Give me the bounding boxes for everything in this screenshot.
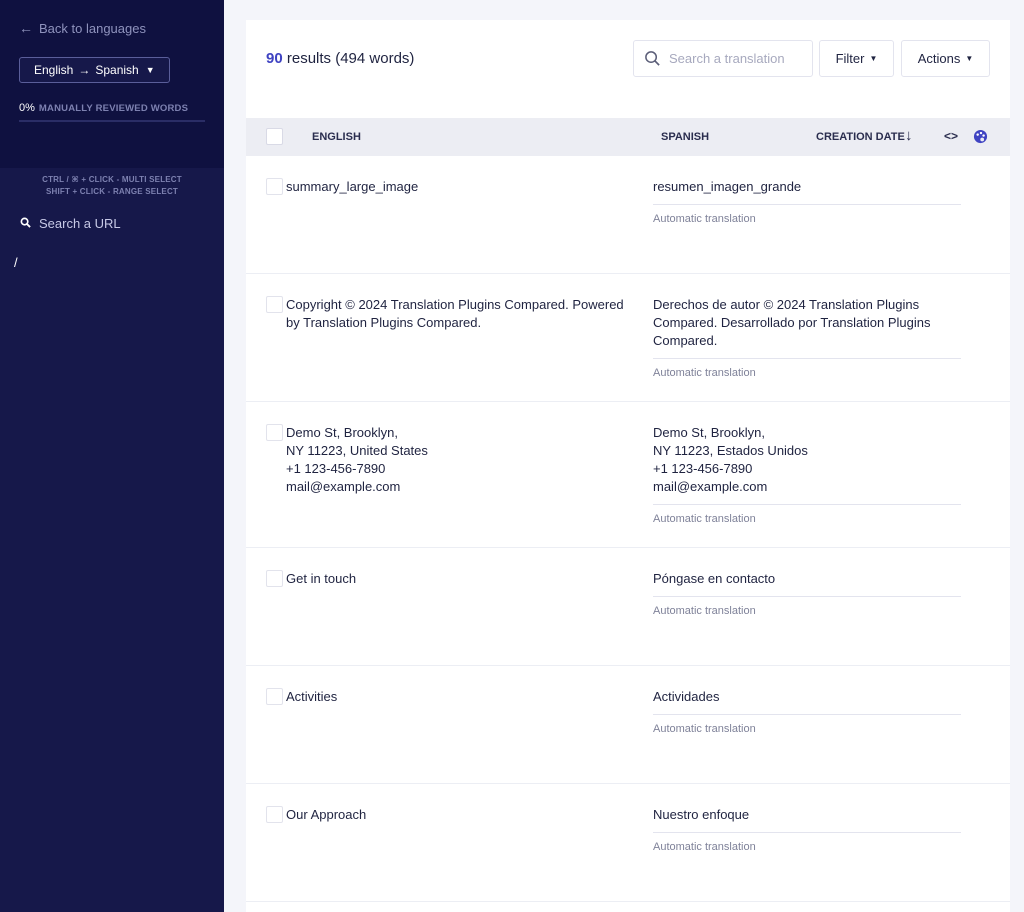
translation-text[interactable]: Nuestro enfoque xyxy=(653,806,961,833)
source-language: English xyxy=(34,63,74,77)
source-text-line: Get in touch xyxy=(286,571,357,586)
results-count: 90 xyxy=(266,50,283,67)
selection-hints: CTRL / ⌘ + CLICK - MULTI SELECT SHIFT + … xyxy=(0,174,224,198)
translation-text-line: Demo St, Brooklyn, xyxy=(653,425,765,440)
table-header: ENGLISH SPANISH CREATION DATE ↓ <> xyxy=(246,118,1010,156)
source-text: Demo St, Brooklyn, NY 11223, United State… xyxy=(286,424,631,496)
review-progress-label: 0% MANUALLY REVIEWED WORDS xyxy=(19,102,205,114)
select-all-checkbox[interactable] xyxy=(266,128,283,145)
translation-cell: resumen_imagen_grande Automatic translati… xyxy=(653,178,961,225)
chevron-down-icon: ▼ xyxy=(145,65,155,75)
arrow-right-icon: → xyxy=(78,63,91,77)
search-icon xyxy=(645,51,660,66)
table-row[interactable]: Copyright © 2024 Translation Plugins Com… xyxy=(246,274,1010,402)
translation-text[interactable]: Póngase en contacto xyxy=(653,570,961,597)
review-label: MANUALLY REVIEWED WORDS xyxy=(38,103,189,114)
translation-text-line: +1 123-456-7890 xyxy=(653,461,753,476)
row-checkbox[interactable] xyxy=(266,424,283,441)
table-row[interactable]: Demo St, Brooklyn, NY 11223, United State… xyxy=(246,402,1010,548)
hint-multi-select: CTRL / ⌘ + CLICK - MULTI SELECT xyxy=(42,175,182,184)
url-search-label: Search a URL xyxy=(39,216,121,231)
chevron-down-icon: ▼ xyxy=(965,54,974,63)
filter-button[interactable]: Filter ▼ xyxy=(819,40,894,77)
source-text-line: mail@example.com xyxy=(286,479,401,494)
translation-cell: Derechos de autor © 2024 Translation Plu… xyxy=(653,296,961,379)
hint-range-select: SHIFT + CLICK - RANGE SELECT xyxy=(45,187,179,196)
column-header-creation-date[interactable]: CREATION DATE xyxy=(816,131,905,143)
row-checkbox[interactable] xyxy=(266,570,283,587)
source-text-line: summary_large_image xyxy=(286,179,419,194)
table-row[interactable]: Our Approach Nuestro enfoque Automatic tra… xyxy=(246,784,1010,902)
source-text-line: +1 123-456-7890 xyxy=(286,461,386,476)
filter-label: Filter xyxy=(835,51,865,66)
toolbar: 90 results (494 words) Search a translat… xyxy=(246,20,1010,118)
translations-panel: 90 results (494 words) Search a translat… xyxy=(246,20,1010,912)
translation-status: Automatic translation xyxy=(653,841,756,853)
review-percent: 0% xyxy=(19,102,35,114)
translation-rows: summary_large_image resumen_imagen_grande… xyxy=(246,156,1010,902)
column-header-spanish[interactable]: SPANISH xyxy=(661,131,709,143)
translation-status: Automatic translation xyxy=(653,605,756,617)
results-text: results (494 words) xyxy=(286,50,415,67)
source-text: summary_large_image xyxy=(286,178,631,196)
translation-search-input[interactable]: Search a translation xyxy=(633,40,813,77)
arrow-left-icon: ← xyxy=(19,20,33,36)
source-text-line: Our Approach xyxy=(286,807,367,822)
table-row[interactable]: Activities Actividades Automatic translati… xyxy=(246,666,1010,784)
translation-cell: Actividades Automatic translation xyxy=(653,688,961,735)
translation-cell: Demo St, Brooklyn, NY 11223, Estados Unid… xyxy=(653,424,961,525)
source-text: Activities xyxy=(286,688,631,706)
translation-text-line: Derechos de autor © 2024 Translation Plu… xyxy=(653,297,931,348)
translation-text[interactable]: Demo St, Brooklyn, NY 11223, Estados Unid… xyxy=(653,424,961,505)
search-icon xyxy=(20,217,31,231)
source-text-line: NY 11223, United States xyxy=(286,443,428,458)
translation-text-line: NY 11223, Estados Unidos xyxy=(653,443,808,458)
search-placeholder: Search a translation xyxy=(669,51,785,66)
translation-text-line: Actividades xyxy=(653,689,720,704)
review-progress-bar xyxy=(19,120,205,122)
code-view-icon[interactable]: <> xyxy=(944,129,958,143)
translation-text-line: Póngase en contacto xyxy=(653,571,776,586)
translation-cell: Póngase en contacto Automatic translation xyxy=(653,570,961,617)
url-list-item[interactable]: / xyxy=(14,255,224,270)
table-row[interactable]: summary_large_image resumen_imagen_grande… xyxy=(246,156,1010,274)
language-pair-select[interactable]: English → Spanish ▼ xyxy=(19,57,170,83)
source-text-line: Demo St, Brooklyn, xyxy=(286,425,398,440)
sidebar-header: ← Back to languages English → Spanish ▼ … xyxy=(0,0,224,168)
actions-button[interactable]: Actions ▼ xyxy=(901,40,990,77)
translation-text[interactable]: resumen_imagen_grande xyxy=(653,178,961,205)
back-to-languages-link[interactable]: ← Back to languages xyxy=(19,20,205,36)
actions-label: Actions xyxy=(917,51,961,66)
results-summary: 90 results (494 words) xyxy=(266,50,414,67)
row-checkbox[interactable] xyxy=(266,296,283,313)
chevron-down-icon: ▼ xyxy=(869,54,878,63)
translation-status: Automatic translation xyxy=(653,367,756,379)
table-row[interactable]: Get in touch Póngase en contacto Automatic… xyxy=(246,548,1010,666)
palette-icon[interactable] xyxy=(973,129,988,144)
translation-cell: Nuestro enfoque Automatic translation xyxy=(653,806,961,853)
sidebar: ← Back to languages English → Spanish ▼ … xyxy=(0,0,224,912)
source-text: Our Approach xyxy=(286,806,631,824)
translation-status: Automatic translation xyxy=(653,723,756,735)
translation-text-line: Nuestro enfoque xyxy=(653,807,750,822)
translation-text[interactable]: Derechos de autor © 2024 Translation Plu… xyxy=(653,296,961,359)
row-checkbox[interactable] xyxy=(266,806,283,823)
source-text: Copyright © 2024 Translation Plugins Com… xyxy=(286,296,631,332)
row-checkbox[interactable] xyxy=(266,178,283,195)
url-search[interactable]: Search a URL xyxy=(20,216,224,231)
translation-text-line: mail@example.com xyxy=(653,479,768,494)
source-text-line: Copyright © 2024 Translation Plugins Com… xyxy=(286,297,624,330)
translation-status: Automatic translation xyxy=(653,513,756,525)
sort-arrow-down-icon[interactable]: ↓ xyxy=(905,127,913,144)
back-label: Back to languages xyxy=(39,20,146,36)
target-language: Spanish xyxy=(95,63,139,77)
source-text-line: Activities xyxy=(286,689,338,704)
translation-text[interactable]: Actividades xyxy=(653,688,961,715)
translation-text-line: resumen_imagen_grande xyxy=(653,179,802,194)
source-text: Get in touch xyxy=(286,570,631,588)
column-header-english[interactable]: ENGLISH xyxy=(312,131,361,143)
row-checkbox[interactable] xyxy=(266,688,283,705)
translation-status: Automatic translation xyxy=(653,213,756,225)
